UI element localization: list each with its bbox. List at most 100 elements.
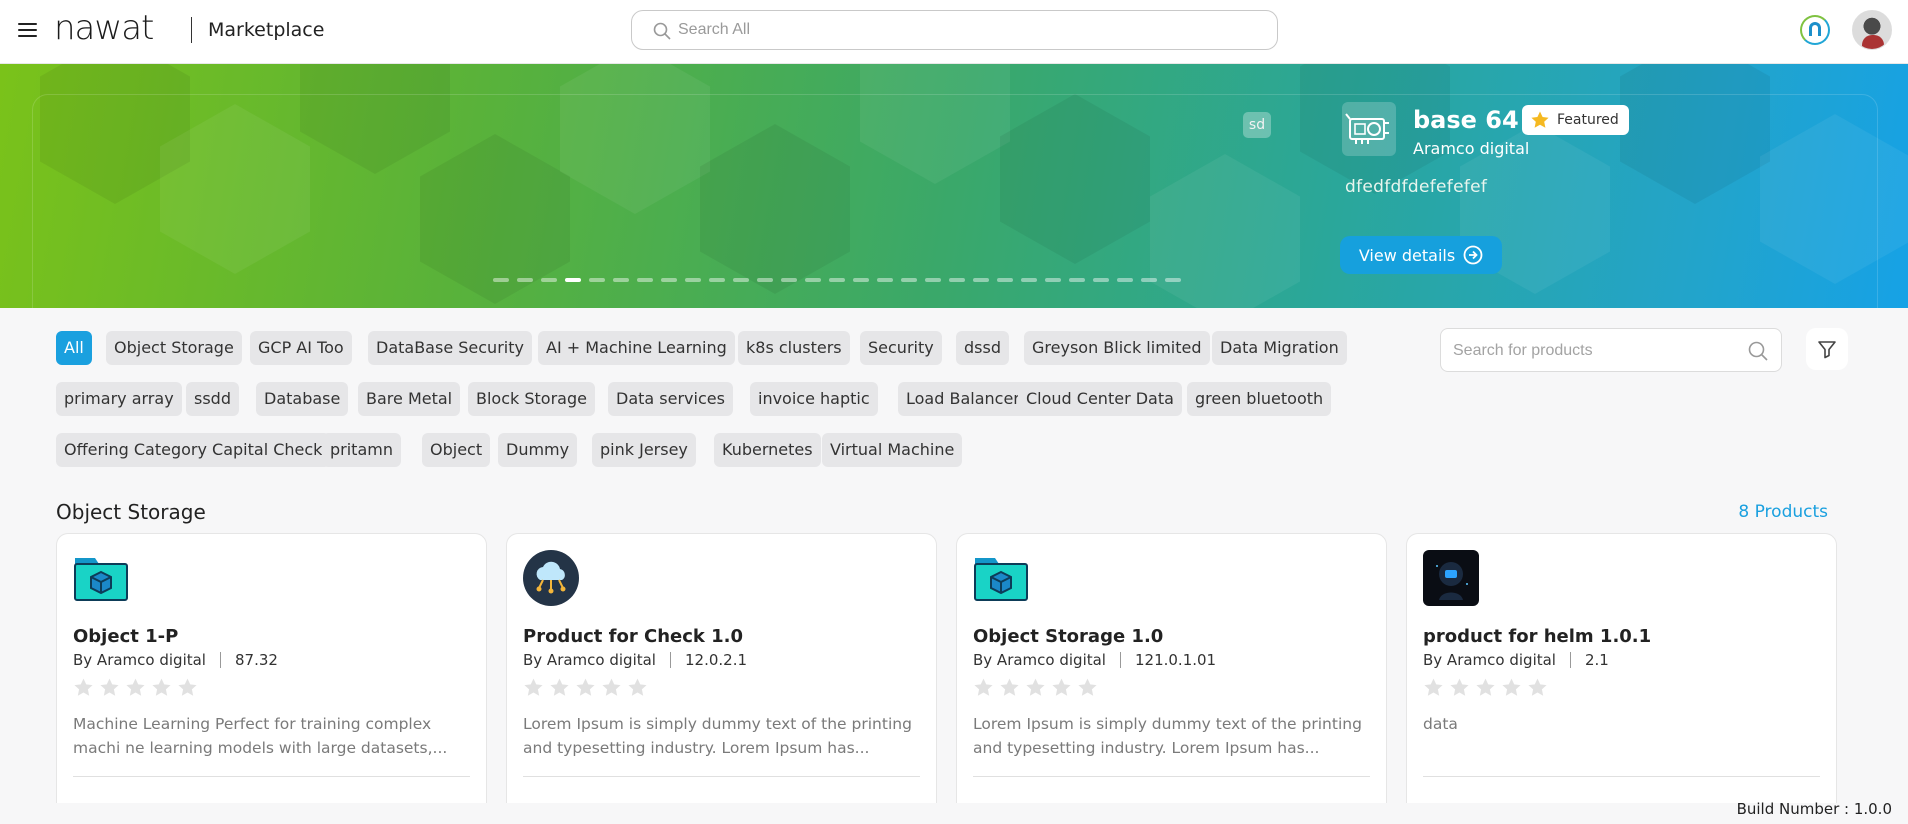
category-chip[interactable]: green bluetooth — [1187, 382, 1332, 416]
star-outline-icon[interactable] — [1475, 677, 1496, 702]
category-chip[interactable]: Dummy — [498, 433, 578, 467]
carousel-dot[interactable] — [565, 278, 581, 282]
carousel-dot[interactable] — [901, 278, 917, 282]
rating-stars[interactable] — [973, 677, 1098, 702]
category-chip[interactable]: Kubernetes — [714, 433, 821, 467]
star-outline-icon[interactable] — [973, 677, 994, 702]
category-chip[interactable]: primary array — [56, 382, 182, 416]
star-outline-icon[interactable] — [125, 677, 146, 702]
carousel-dot[interactable] — [853, 278, 869, 282]
star-outline-icon[interactable] — [549, 677, 570, 702]
view-details-button[interactable]: View details — [1340, 236, 1502, 274]
global-search-input[interactable] — [678, 19, 1238, 41]
brand-app-icon[interactable] — [1800, 15, 1830, 45]
filter-button[interactable] — [1806, 328, 1848, 370]
star-outline-icon[interactable] — [1077, 677, 1098, 702]
category-chip[interactable]: Cloud Center Data — [1018, 382, 1182, 416]
star-outline-icon[interactable] — [575, 677, 596, 702]
carousel-dot[interactable] — [1117, 278, 1133, 282]
carousel-dot[interactable] — [733, 278, 749, 282]
carousel-dot[interactable] — [1069, 278, 1085, 282]
rating-stars[interactable] — [73, 677, 198, 702]
category-chip[interactable]: Bare Metal — [358, 382, 461, 416]
carousel-dot[interactable] — [493, 278, 509, 282]
rating-stars[interactable] — [523, 677, 648, 702]
category-chip[interactable]: Virtual Machine — [822, 433, 963, 467]
star-outline-icon[interactable] — [523, 677, 544, 702]
category-chip[interactable]: pink Jersey — [592, 433, 696, 467]
carousel-dot[interactable] — [973, 278, 989, 282]
category-chip[interactable]: ssdd — [186, 382, 239, 416]
product-card[interactable]: Object Storage 1.0 By Aramco digital 121.0… — [956, 533, 1387, 803]
category-chip[interactable]: Object Storage — [106, 331, 242, 365]
category-chip[interactable]: Block Storage — [468, 382, 595, 416]
banner-description: dfedfdfdefefefef — [1345, 177, 1488, 197]
carousel-dot[interactable] — [1045, 278, 1061, 282]
carousel-dot[interactable] — [709, 278, 725, 282]
rating-stars[interactable] — [1423, 677, 1548, 702]
carousel-dot[interactable] — [877, 278, 893, 282]
star-outline-icon[interactable] — [177, 677, 198, 702]
product-count-link[interactable]: 8 Products — [1738, 502, 1828, 522]
product-card[interactable]: product for helm 1.0.1 By Aramco digital 2… — [1406, 533, 1837, 803]
category-chip[interactable]: Data Migration — [1212, 331, 1347, 365]
carousel-dot[interactable] — [541, 278, 557, 282]
carousel-dot[interactable] — [1141, 278, 1157, 282]
carousel-dot[interactable] — [517, 278, 533, 282]
brand-logo[interactable]: nawat — [54, 8, 154, 48]
carousel-dot[interactable] — [781, 278, 797, 282]
carousel-dot[interactable] — [637, 278, 653, 282]
product-version: 2.1 — [1584, 651, 1609, 669]
product-card[interactable]: Product for Check 1.0 By Aramco digital 12… — [506, 533, 937, 803]
carousel-dot[interactable] — [685, 278, 701, 282]
product-version: 87.32 — [234, 651, 278, 669]
global-search[interactable] — [631, 10, 1278, 50]
carousel-dot[interactable] — [1165, 278, 1181, 282]
carousel-dot[interactable] — [997, 278, 1013, 282]
category-chip[interactable]: Security — [860, 331, 942, 365]
star-outline-icon[interactable] — [999, 677, 1020, 702]
category-chip[interactable]: dssd — [956, 331, 1009, 365]
star-outline-icon[interactable] — [1449, 677, 1470, 702]
product-search-input[interactable] — [1453, 340, 1733, 362]
star-outline-icon[interactable] — [73, 677, 94, 702]
category-chip[interactable]: Object — [422, 433, 491, 467]
carousel-dot[interactable] — [757, 278, 773, 282]
product-search[interactable] — [1440, 328, 1782, 372]
star-outline-icon[interactable] — [601, 677, 622, 702]
carousel-dot[interactable] — [829, 278, 845, 282]
star-outline-icon[interactable] — [1025, 677, 1046, 702]
carousel-dot[interactable] — [1093, 278, 1109, 282]
star-outline-icon[interactable] — [1501, 677, 1522, 702]
star-outline-icon[interactable] — [151, 677, 172, 702]
star-outline-icon[interactable] — [1051, 677, 1072, 702]
category-chip[interactable]: Load Balancer — [898, 382, 1028, 416]
category-chip[interactable]: Data services — [608, 382, 733, 416]
product-card[interactable]: Object 1-P By Aramco digital 87.32 Machine … — [56, 533, 487, 803]
category-chip[interactable]: invoice haptic — [750, 382, 878, 416]
carousel-dot[interactable] — [925, 278, 941, 282]
carousel-dot[interactable] — [949, 278, 965, 282]
category-chip[interactable]: All — [56, 331, 92, 365]
star-outline-icon[interactable] — [1423, 677, 1444, 702]
carousel-dot[interactable] — [1021, 278, 1037, 282]
carousel-dot[interactable] — [661, 278, 677, 282]
star-outline-icon[interactable] — [627, 677, 648, 702]
hamburger-menu-icon[interactable] — [18, 19, 40, 41]
carousel-dot[interactable] — [589, 278, 605, 282]
category-chip[interactable]: AI + Machine Learning — [538, 331, 735, 365]
category-chip[interactable]: GCP AI Too — [250, 331, 352, 365]
banner-product-name[interactable]: base 64 — [1413, 106, 1519, 134]
category-chip[interactable]: pritamn — [322, 433, 401, 467]
category-chip[interactable]: DataBase Security — [368, 331, 532, 365]
star-outline-icon[interactable] — [99, 677, 120, 702]
star-outline-icon[interactable] — [1527, 677, 1548, 702]
category-chip[interactable]: k8s clusters — [738, 331, 850, 365]
category-chip[interactable]: Offering Category Capital Check — [56, 433, 331, 467]
carousel-dot[interactable] — [805, 278, 821, 282]
user-avatar[interactable] — [1852, 10, 1892, 50]
carousel-dot[interactable] — [613, 278, 629, 282]
category-chip[interactable]: Greyson Blick limited — [1024, 331, 1210, 365]
category-chip[interactable]: Database — [256, 382, 349, 416]
search-icon[interactable] — [1747, 340, 1769, 362]
